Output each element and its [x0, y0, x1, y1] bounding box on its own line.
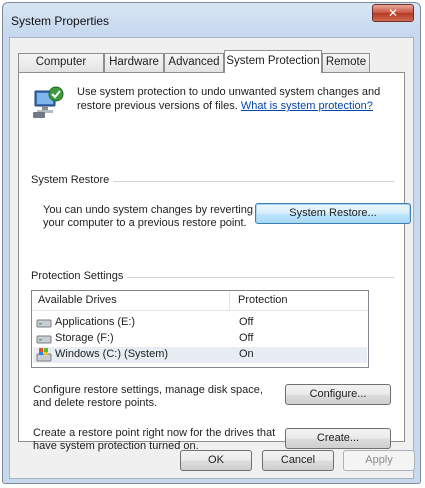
drive-name: Applications (E:)	[55, 316, 136, 328]
close-icon: ✕	[387, 6, 399, 20]
title-bar[interactable]: System Properties ✕	[3, 3, 420, 37]
protection-settings-group-title: Protection Settings	[31, 270, 128, 282]
tab-hardware[interactable]: Hardware	[104, 53, 164, 72]
apply-button[interactable]: Apply	[343, 450, 415, 471]
create-description-line2: have system protection turned on.	[33, 440, 199, 452]
intro-description: Use system protection to undo unwanted s…	[77, 85, 397, 113]
cancel-button[interactable]: Cancel	[262, 450, 334, 471]
drive-icon	[36, 319, 52, 328]
close-button[interactable]: ✕	[372, 4, 414, 22]
drive-protection-status: Off	[239, 316, 254, 328]
system-properties-window: System Properties ✕ Computer Name Hardwa…	[2, 2, 421, 484]
configure-description-line1: Configure restore settings, manage disk …	[33, 384, 263, 396]
system-restore-group-title: System Restore	[31, 174, 114, 186]
system-protection-panel: Use system protection to undo unwanted s…	[18, 72, 411, 452]
drive-name: Storage (F:)	[55, 332, 114, 344]
system-protection-icon	[33, 86, 64, 118]
column-header-protection[interactable]: Protection	[238, 294, 288, 306]
create-button[interactable]: Create...	[285, 428, 391, 449]
drive-protection-status: On	[239, 348, 254, 360]
tab-system-protection[interactable]: System Protection	[224, 50, 322, 73]
configure-button[interactable]: Configure...	[285, 384, 391, 405]
available-drives-list[interactable]: Available Drives Protection Applications…	[31, 290, 369, 368]
tab-computer-name[interactable]: Computer Name	[18, 53, 104, 85]
drive-protection-status: Off	[239, 332, 254, 344]
configure-description-line2: and delete restore points.	[33, 397, 158, 409]
tab-remote[interactable]: Remote	[322, 53, 370, 72]
ok-button[interactable]: OK	[180, 450, 252, 471]
what-is-system-protection-link[interactable]: What is system protection?	[241, 100, 373, 112]
column-divider[interactable]	[229, 291, 230, 311]
system-restore-description-line1: You can undo system changes by reverting	[43, 204, 253, 216]
create-description-line1: Create a restore point right now for the…	[33, 427, 276, 439]
system-restore-description-line2: your computer to a previous restore poin…	[43, 217, 247, 229]
tab-advanced[interactable]: Advanced	[164, 53, 224, 72]
drives-list-header: Available Drives Protection	[32, 291, 368, 311]
window-title: System Properties	[11, 14, 110, 28]
system-drive-icon	[36, 348, 52, 362]
drive-icon	[36, 335, 52, 344]
drive-name: Windows (C:) (System)	[55, 348, 169, 360]
system-restore-button[interactable]: System Restore...	[255, 203, 411, 224]
drive-row-storage[interactable]: Storage (F:) Off	[33, 331, 367, 347]
dialog-client-area: Computer Name Hardware Advanced System P…	[9, 37, 415, 479]
column-header-available-drives[interactable]: Available Drives	[38, 294, 117, 306]
drive-row-applications[interactable]: Applications (E:) Off	[33, 315, 367, 331]
drive-row-windows[interactable]: Windows (C:) (System) On	[33, 347, 367, 363]
